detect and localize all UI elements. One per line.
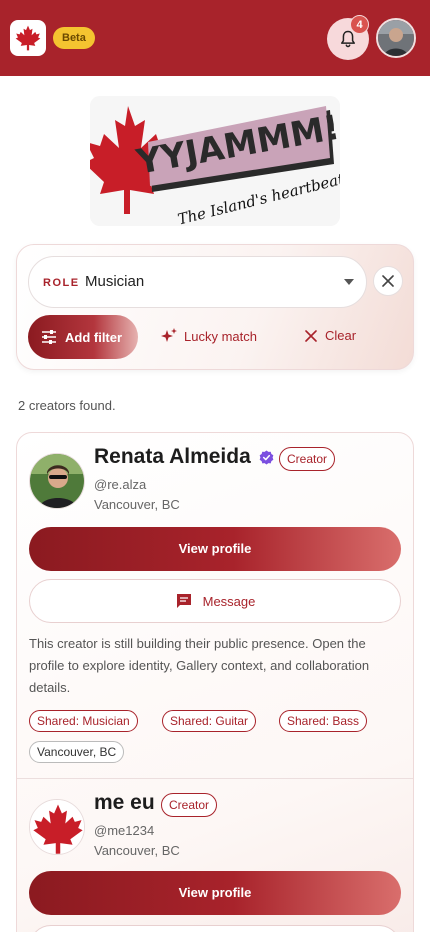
maple-leaf-icon: [15, 25, 41, 51]
creator-name-text: Renata Almeida: [94, 445, 251, 468]
creator-role-badge: Creator: [279, 447, 336, 471]
lucky-match-button[interactable]: Lucky match: [160, 328, 257, 344]
verified-icon: [259, 450, 273, 465]
maple-leaf-icon: [30, 800, 84, 854]
creator-location: Vancouver, BC: [94, 843, 180, 858]
view-profile-button[interactable]: View profile: [29, 527, 401, 571]
yyjammm-logo: YYJAMMM! The Island's heartbeat: [90, 96, 340, 226]
creator-handle: @me1234: [94, 823, 155, 838]
role-key-label: ROLE: [43, 277, 80, 289]
shared-tag-musician: Shared: Musician: [29, 710, 138, 732]
location-tag: Vancouver, BC: [29, 741, 125, 763]
results-count: 2 creators found.: [18, 398, 116, 413]
role-value: Musician: [85, 273, 145, 290]
creator-avatar[interactable]: [29, 799, 85, 855]
add-filter-label: Add filter: [65, 329, 123, 345]
beta-badge: Beta: [53, 27, 95, 49]
filter-panel: ROLE Musician Add filter Lucky match Cle…: [16, 244, 414, 370]
creator-handle: @re.alza: [94, 477, 147, 492]
chevron-down-icon: [344, 279, 354, 285]
creator-card: Renata Almeida Creator @re.alza Vancouve…: [17, 433, 413, 779]
creator-name[interactable]: Renata Almeida: [94, 445, 274, 469]
shared-tag-guitar: Shared: Guitar: [162, 710, 257, 732]
creator-description: This creator is still building their pub…: [29, 636, 370, 695]
app-logo[interactable]: [10, 20, 46, 56]
view-profile-button[interactable]: View profile: [29, 871, 401, 915]
creator-photo: [30, 454, 84, 508]
hero-logo: YYJAMMM! The Island's heartbeat: [90, 96, 340, 226]
shared-tag-bass: Shared: Bass: [279, 710, 368, 732]
app-header: Beta 4: [0, 0, 430, 76]
clear-filters-button[interactable]: Clear: [305, 328, 356, 343]
message-label: Message: [202, 593, 256, 609]
close-icon: [305, 329, 317, 342]
user-avatar[interactable]: [376, 18, 416, 58]
close-icon: [382, 275, 394, 287]
creator-card: me eu Creator @me1234 Vancouver, BC View…: [17, 779, 413, 932]
avatar-photo: [378, 20, 414, 56]
sliders-icon: [42, 330, 56, 344]
message-icon: [176, 594, 191, 608]
lucky-match-label: Lucky match: [184, 328, 257, 344]
creator-avatar[interactable]: [29, 453, 85, 509]
add-filter-button[interactable]: Add filter: [28, 315, 138, 359]
creator-list: Renata Almeida Creator @re.alza Vancouve…: [16, 432, 414, 932]
clear-filters-label: Clear: [325, 328, 357, 343]
creator-location: Vancouver, BC: [94, 497, 180, 512]
clear-role-button[interactable]: [373, 266, 403, 296]
sparkles-icon: [161, 328, 177, 342]
message-button[interactable]: [29, 925, 401, 932]
role-select[interactable]: ROLE Musician: [28, 256, 367, 308]
notification-count-badge: 4: [350, 15, 369, 34]
creator-role-badge: Creator: [161, 793, 218, 817]
message-button[interactable]: Message: [29, 579, 401, 623]
creator-name[interactable]: me eu: [94, 791, 155, 815]
